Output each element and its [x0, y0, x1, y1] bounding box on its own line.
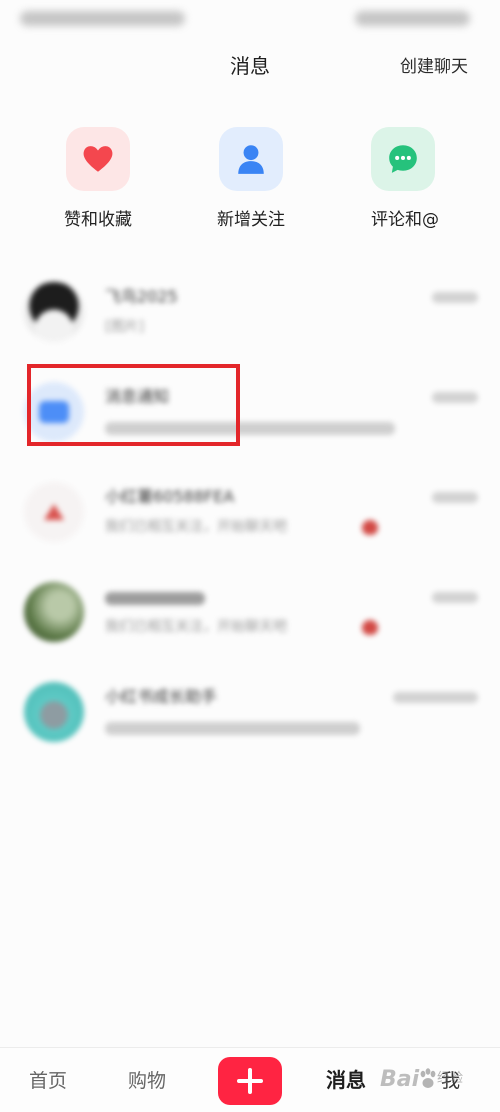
- conversation-title-blurred: [105, 592, 205, 605]
- conversation-title: 小红书成长助手: [105, 687, 218, 706]
- conversation-row[interactable]: 飞鸟2025 [图片]: [0, 262, 500, 362]
- conversation-preview: 我们已相互关注，开始聊天吧: [105, 519, 287, 535]
- shortcut-label: 赞和收藏: [64, 210, 132, 230]
- photo-avatar: [24, 582, 84, 642]
- conversation-row[interactable]: 我们已相互关注，开始聊天吧: [0, 562, 500, 662]
- conversation-preview-blurred: [105, 722, 360, 735]
- followers-tile[interactable]: [219, 127, 283, 191]
- conversation-list: 飞鸟2025 [图片] 消息通知 小红薯60588FEA 我们已相互关注，开始聊…: [0, 262, 500, 762]
- bottom-nav: 首页 购物 消息 我: [0, 1047, 500, 1112]
- nav-shop[interactable]: 购物: [128, 1068, 166, 1094]
- chat-bubble-icon: [389, 145, 417, 173]
- comments-tile[interactable]: [371, 127, 435, 191]
- conversation-title: 飞鸟2025: [105, 287, 178, 306]
- conversation-time-blurred: [393, 692, 478, 703]
- nav-me[interactable]: 我: [441, 1068, 460, 1094]
- conversation-preview: 我们已相互关注，开始聊天吧: [105, 619, 287, 635]
- status-carrier-blurred: [20, 11, 185, 26]
- status-battery-time-blurred: [355, 11, 470, 26]
- highlight-box: [27, 364, 240, 446]
- cartoon-avatar: [24, 282, 84, 342]
- nav-messages[interactable]: 消息: [326, 1067, 366, 1093]
- heart-icon: [83, 146, 113, 172]
- shortcut-label: 评论和@: [371, 210, 439, 230]
- create-chat-button[interactable]: 创建聊天: [400, 55, 468, 79]
- post-button[interactable]: [218, 1057, 282, 1105]
- conversation-title: 小红薯60588FEA: [105, 487, 235, 506]
- red-emoji-icon: [362, 620, 378, 635]
- nav-home[interactable]: 首页: [29, 1068, 67, 1094]
- assistant-avatar: [24, 682, 84, 742]
- person-icon: [238, 145, 264, 174]
- page-title: 消息: [230, 54, 270, 78]
- conversation-time-blurred: [432, 592, 478, 603]
- conversation-time-blurred: [432, 492, 478, 503]
- likes-tile[interactable]: [66, 127, 130, 191]
- watermelon-icon: [44, 504, 64, 520]
- watermelon-avatar: [24, 482, 84, 542]
- conversation-preview: [图片]: [105, 319, 144, 335]
- shortcut-label: 新增关注: [217, 210, 285, 230]
- conversation-time-blurred: [432, 292, 478, 303]
- red-emoji-icon: [362, 520, 378, 535]
- conversation-time-blurred: [432, 392, 478, 403]
- conversation-row[interactable]: 小红书成长助手: [0, 662, 500, 762]
- conversation-row[interactable]: 小红薯60588FEA 我们已相互关注，开始聊天吧: [0, 462, 500, 562]
